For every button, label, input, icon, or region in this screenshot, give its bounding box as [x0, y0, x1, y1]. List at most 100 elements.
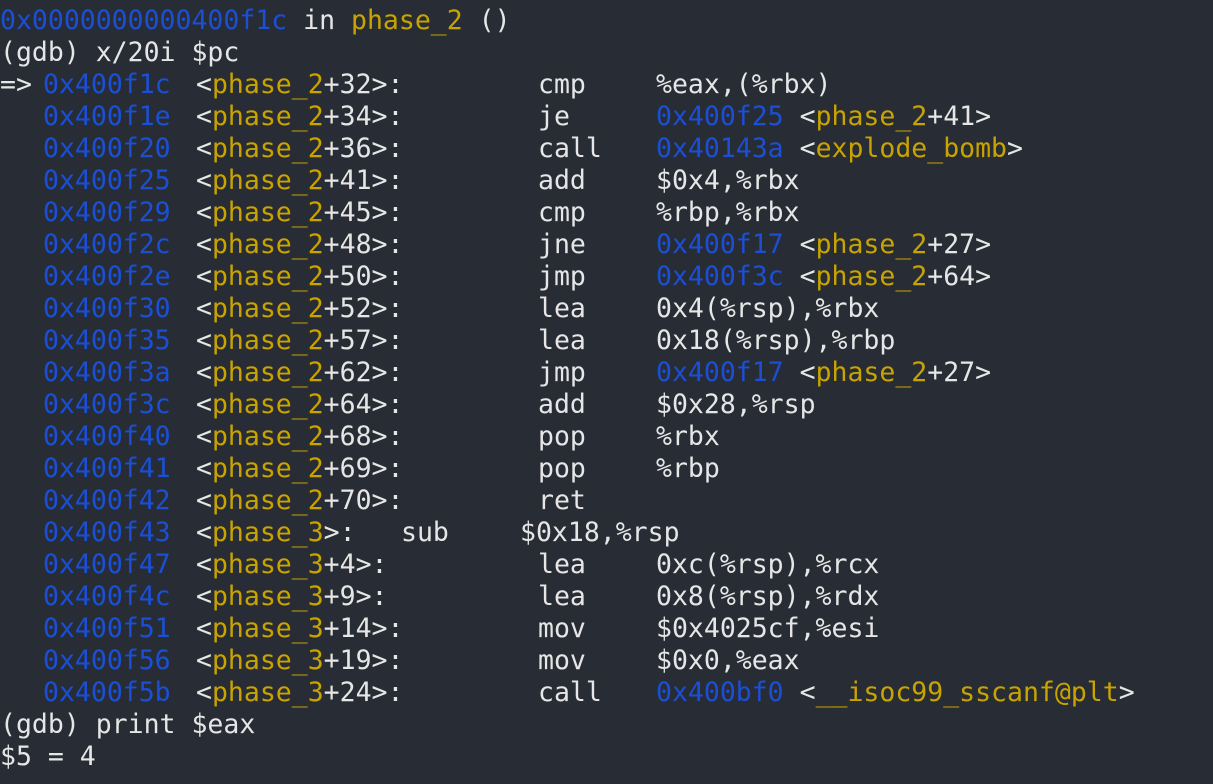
instruction-operands: 0xc(%rsp),%rcx — [656, 549, 880, 580]
symbol-open-bracket: < — [196, 485, 212, 516]
branch-target-function: __isoc99_sscanf@plt — [815, 677, 1119, 708]
symbol-function: phase_2 — [211, 261, 324, 292]
instruction-operands: %eax,(%rbx) — [656, 69, 832, 100]
disasm-row: 0x400f2c <phase_2+48>: jne 0x400f17 <phase_… — [0, 229, 1213, 261]
instruction-address: 0x400f40 — [43, 421, 171, 452]
branch-target-function: phase_2 — [815, 357, 928, 388]
branch-target-address: 0x400bf0 — [656, 677, 784, 708]
disasm-row: 0x400f42 <phase_2+70>: ret — [0, 485, 1213, 517]
symbol-offset: +52>: — [323, 293, 404, 324]
symbol-offset: +4>: — [323, 549, 388, 580]
current-instruction-arrow: => — [0, 69, 32, 100]
symbol-offset: +69>: — [323, 453, 404, 484]
branch-target: 0x400f3c <phase_2+64> — [656, 261, 991, 293]
symbol-function: phase_3 — [211, 581, 324, 612]
symbol-offset: +9>: — [323, 581, 388, 612]
target-open-bracket: < — [783, 133, 816, 164]
instruction-mnemonic: call — [538, 133, 602, 164]
symbol-offset: +24>: — [323, 677, 404, 708]
disasm-row: 0x400f25 <phase_2+41>: add $0x4,%rbx — [0, 165, 1213, 197]
instruction-symbol: <phase_3+14>: — [196, 613, 403, 645]
instruction-mnemonic: lea — [538, 325, 586, 356]
target-open-bracket: < — [783, 229, 816, 260]
symbol-open-bracket: < — [196, 229, 212, 260]
disasm-row: 0x400f40 <phase_2+68>: pop %rbx — [0, 421, 1213, 453]
symbol-function: phase_2 — [211, 389, 324, 420]
branch-target-address: 0x400f3c — [656, 261, 784, 292]
symbol-open-bracket: < — [196, 261, 212, 292]
instruction-address: 0x400f3a — [43, 357, 171, 388]
instruction-address: 0x400f20 — [43, 133, 171, 164]
instruction-symbol: <phase_3+19>: — [196, 645, 403, 677]
symbol-open-bracket: < — [196, 133, 212, 164]
instruction-mnemonic: cmp — [538, 69, 586, 100]
branch-target-function: explode_bomb — [815, 133, 1008, 164]
instruction-symbol: <phase_3+24>: — [196, 677, 403, 709]
branch-target-suffix: +27> — [927, 357, 992, 388]
branch-target-address: 0x400f25 — [656, 101, 784, 132]
branch-target: 0x400f17 <phase_2+27> — [656, 229, 991, 261]
symbol-offset: +36>: — [323, 133, 404, 164]
disasm-row: 0x400f3a <phase_2+62>: jmp 0x400f17 <phase_… — [0, 357, 1213, 389]
symbol-offset: +62>: — [323, 357, 404, 388]
instruction-symbol: <phase_3+9>: — [196, 581, 387, 613]
instruction-address: 0x400f2c — [43, 229, 171, 260]
disasm-row: 0x400f51 <phase_3+14>: mov $0x4025cf,%esi — [0, 613, 1213, 645]
target-open-bracket: < — [783, 357, 816, 388]
symbol-open-bracket: < — [196, 517, 212, 548]
instruction-mnemonic: jmp — [538, 261, 586, 292]
frame-in-text: in — [287, 5, 352, 36]
symbol-open-bracket: < — [196, 69, 212, 100]
instruction-operands: $0x28,%rsp — [656, 389, 816, 420]
instruction-mnemonic: lea — [538, 581, 586, 612]
symbol-offset: +70>: — [323, 485, 404, 516]
disasm-row: 0x400f29 <phase_2+45>: cmp %rbp,%rbx — [0, 197, 1213, 229]
instruction-symbol: <phase_2+50>: — [196, 261, 403, 293]
symbol-function: phase_2 — [211, 357, 324, 388]
disasm-row: 0x400f1e <phase_2+34>: je 0x400f25 <phase_2… — [0, 101, 1213, 133]
disasm-row: 0x400f4c <phase_3+9>: lea 0x8(%rsp),%rdx — [0, 581, 1213, 613]
symbol-offset: +41>: — [323, 165, 404, 196]
instruction-operands: 0x18(%rsp),%rbp — [656, 325, 896, 356]
instruction-operands: $0x18,%rsp — [520, 517, 680, 548]
instruction-address: 0x400f47 — [43, 549, 171, 580]
instruction-mnemonic: pop — [538, 453, 586, 484]
symbol-offset: +14>: — [323, 613, 404, 644]
gdb-terminal[interactable]: 0x0000000000400f1c in phase_2 () (gdb) x… — [0, 0, 1213, 784]
symbol-offset: +48>: — [323, 229, 404, 260]
symbol-open-bracket: < — [196, 197, 212, 228]
instruction-mnemonic: lea — [538, 549, 586, 580]
symbol-function: phase_2 — [211, 165, 324, 196]
instruction-mnemonic: pop — [538, 421, 586, 452]
symbol-open-bracket: < — [196, 613, 212, 644]
symbol-function: phase_2 — [211, 421, 324, 452]
symbol-open-bracket: < — [196, 581, 212, 612]
instruction-mnemonic: add — [538, 389, 586, 420]
disasm-row: 0x400f20 <phase_2+36>: call 0x40143a <explo… — [0, 133, 1213, 165]
disasm-row: 0x400f3c <phase_2+64>: add $0x28,%rsp — [0, 389, 1213, 421]
instruction-symbol: <phase_2+32>: — [196, 69, 403, 101]
instruction-address: 0x400f42 — [43, 485, 171, 516]
symbol-offset: +50>: — [323, 261, 404, 292]
symbol-open-bracket: < — [196, 677, 212, 708]
instruction-mnemonic: add — [538, 165, 586, 196]
symbol-open-bracket: < — [196, 453, 212, 484]
symbol-function: phase_2 — [211, 293, 324, 324]
symbol-function: phase_2 — [211, 485, 324, 516]
instruction-symbol: <phase_2+48>: — [196, 229, 403, 261]
instruction-operands: $0x0,%eax — [656, 645, 800, 676]
symbol-open-bracket: < — [196, 165, 212, 196]
symbol-offset: +64>: — [323, 389, 404, 420]
frame-function: phase_2 — [351, 5, 463, 36]
symbol-open-bracket: < — [196, 421, 212, 452]
instruction-operands: $0x4025cf,%esi — [656, 613, 880, 644]
frame-address: 0x0000000000400f1c — [0, 5, 288, 36]
instruction-mnemonic: mov — [538, 613, 586, 644]
branch-target: 0x400bf0 <__isoc99_sscanf@plt> — [656, 677, 1135, 709]
disasm-row: => 0x400f1c <phase_2+32>: cmp %eax,(%rbx) — [0, 69, 1213, 101]
symbol-open-bracket: < — [196, 549, 212, 580]
instruction-mnemonic: lea — [538, 293, 586, 324]
branch-target-address: 0x40143a — [656, 133, 784, 164]
branch-target: 0x400f25 <phase_2+41> — [656, 101, 991, 133]
instruction-mnemonic: jmp — [538, 357, 586, 388]
